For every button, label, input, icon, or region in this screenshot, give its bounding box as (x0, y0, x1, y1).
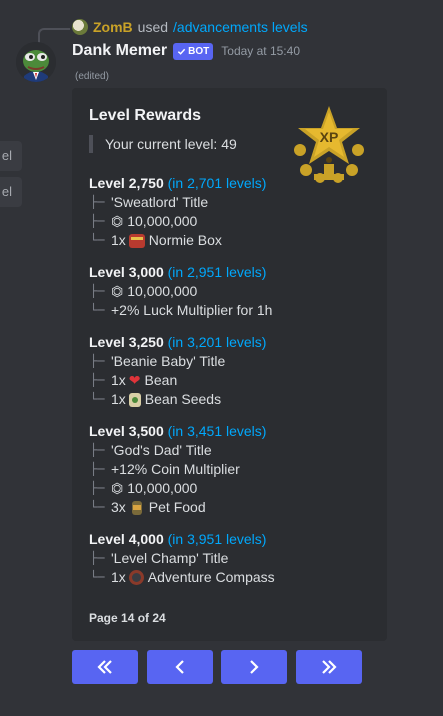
reward-text: 10,000,000 (127, 480, 198, 496)
coin-icon: ⏣ (111, 283, 124, 299)
edge-button-label: el (1, 184, 12, 199)
reward-item: └─ 3x Pet Food (90, 499, 206, 515)
reward-item: ├─ 'Level Champ' Title (90, 550, 229, 566)
embed-footer: Page 14 of 24 (89, 611, 166, 625)
reward-text: Bean (144, 372, 178, 388)
compass-icon (128, 570, 144, 585)
reward-level: Level 2,750 (89, 175, 164, 191)
reward-item: ├─ ⏣ 10,000,000 (90, 480, 198, 496)
reward-quantity: 1x (111, 372, 126, 388)
reward-level: Level 3,000 (89, 264, 164, 280)
reward-text: Pet Food (148, 499, 206, 515)
chevron-right-icon (250, 660, 259, 674)
reward-text: +12% Coin Multiplier (111, 461, 240, 477)
reward-text: 'Beanie Baby' Title (111, 353, 226, 369)
svg-text:XP: XP (320, 129, 339, 145)
reward-group: Level 3,000 (in 2,951 levels) ├─ ⏣ 10,000,… (89, 263, 374, 320)
reward-item: ├─ ⏣ 10,000,000 (90, 213, 198, 229)
user-avatar-small[interactable] (72, 19, 88, 35)
bot-badge: BOT (173, 42, 214, 60)
reward-text: +2% Luck Multiplier for 1h (111, 302, 273, 318)
reward-quantity: 1x (111, 232, 126, 248)
reward-item: └─ 1x Adventure Compass (90, 569, 275, 585)
reward-item: ├─ ⏣ 10,000,000 (90, 283, 198, 299)
bean-seeds-icon (128, 392, 141, 407)
reward-text: 'Sweatlord' Title (111, 194, 209, 210)
reward-quantity: 3x (111, 499, 126, 515)
double-chevron-left-icon (97, 660, 112, 674)
reward-item: └─ 1x Bean Seeds (90, 391, 222, 407)
last-page-button[interactable] (296, 650, 362, 684)
reward-item: └─ 1x Normie Box (90, 232, 222, 248)
reward-level: Level 3,500 (89, 423, 164, 439)
chevron-left-icon (175, 660, 184, 674)
reward-group: Level 4,000 (in 3,951 levels) ├─ 'Level C… (89, 530, 374, 587)
message-timestamp[interactable]: Today at 15:40 (221, 44, 300, 58)
reward-item: ├─ 'Sweatlord' Title (90, 194, 209, 210)
levels-remaining: (in 2,951 levels) (167, 264, 267, 280)
reward-text: Adventure Compass (147, 569, 275, 585)
coin-icon: ⏣ (111, 213, 124, 229)
previous-page-button[interactable] (147, 650, 213, 684)
reward-level: Level 3,250 (89, 334, 164, 350)
reward-item: ├─ 1x ❤ Bean (90, 372, 178, 388)
level-rewards-embed: Level Rewards Your current level: 49 XP … (72, 88, 387, 641)
reward-item: ├─ 'God's Dad' Title (90, 442, 212, 458)
reward-text: 'Level Champ' Title (111, 550, 229, 566)
reward-group-header: Level 4,000 (in 3,951 levels) (89, 530, 374, 549)
reward-quantity: 1x (111, 569, 126, 585)
bot-badge-label: BOT (188, 45, 210, 57)
embed-title: Level Rewards (89, 107, 202, 124)
edge-button-label: el (1, 148, 12, 163)
verified-check-icon (178, 48, 186, 55)
edited-label: (edited) (75, 71, 109, 82)
reply-used-text: used (137, 19, 169, 35)
reply-connector (38, 28, 70, 44)
levels-remaining: (in 3,451 levels) (167, 423, 267, 439)
pet-food-icon (131, 500, 142, 515)
reply-reference[interactable]: ZomB used /advancements levels (72, 17, 308, 37)
levels-remaining: (in 2,701 levels) (167, 175, 267, 191)
reward-groups: Level 2,750 (in 2,701 levels) ├─ 'Sweatlo… (89, 174, 374, 600)
first-page-button[interactable] (72, 650, 138, 684)
coin-icon: ⏣ (111, 480, 124, 496)
reward-group: Level 3,500 (in 3,451 levels) ├─ 'God's D… (89, 422, 374, 517)
reply-command[interactable]: /advancements levels (173, 19, 308, 35)
edge-button-1[interactable]: el (0, 141, 22, 171)
reward-group-header: Level 3,500 (in 3,451 levels) (89, 422, 374, 441)
reward-quantity: 1x (111, 391, 126, 407)
current-level-quote: Your current level: 49 (89, 135, 237, 153)
reward-text: 10,000,000 (127, 283, 198, 299)
reward-group-header: Level 2,750 (in 2,701 levels) (89, 174, 374, 193)
reply-username[interactable]: ZomB (93, 19, 133, 35)
reward-text: 'God's Dad' Title (111, 442, 212, 458)
reward-item: └─ +2% Luck Multiplier for 1h (90, 302, 273, 318)
reward-item: ├─ 'Beanie Baby' Title (90, 353, 226, 369)
levels-remaining: (in 3,201 levels) (167, 334, 267, 350)
pepe-avatar-icon (16, 42, 56, 82)
reward-group-header: Level 3,250 (in 3,201 levels) (89, 333, 374, 352)
normie-box-icon (128, 233, 145, 248)
edge-button-2[interactable]: el (0, 177, 22, 207)
reward-level: Level 4,000 (89, 531, 164, 547)
double-chevron-right-icon (322, 660, 337, 674)
reward-group: Level 2,750 (in 2,701 levels) ├─ 'Sweatlo… (89, 174, 374, 250)
reward-item: ├─ +12% Coin Multiplier (90, 461, 240, 477)
bean-icon: ❤ (128, 372, 141, 388)
next-page-button[interactable] (221, 650, 287, 684)
reward-text: 10,000,000 (127, 213, 198, 229)
reward-group-header: Level 3,000 (in 2,951 levels) (89, 263, 374, 282)
reward-text: Bean Seeds (144, 391, 222, 407)
reward-text: Normie Box (148, 232, 222, 248)
bot-username[interactable]: Dank Memer (72, 42, 167, 60)
bot-avatar[interactable] (16, 42, 56, 82)
message-header: Dank Memer BOT Today at 15:40 (72, 42, 300, 60)
levels-remaining: (in 3,951 levels) (167, 531, 267, 547)
reward-group: Level 3,250 (in 3,201 levels) ├─ 'Beanie … (89, 333, 374, 409)
